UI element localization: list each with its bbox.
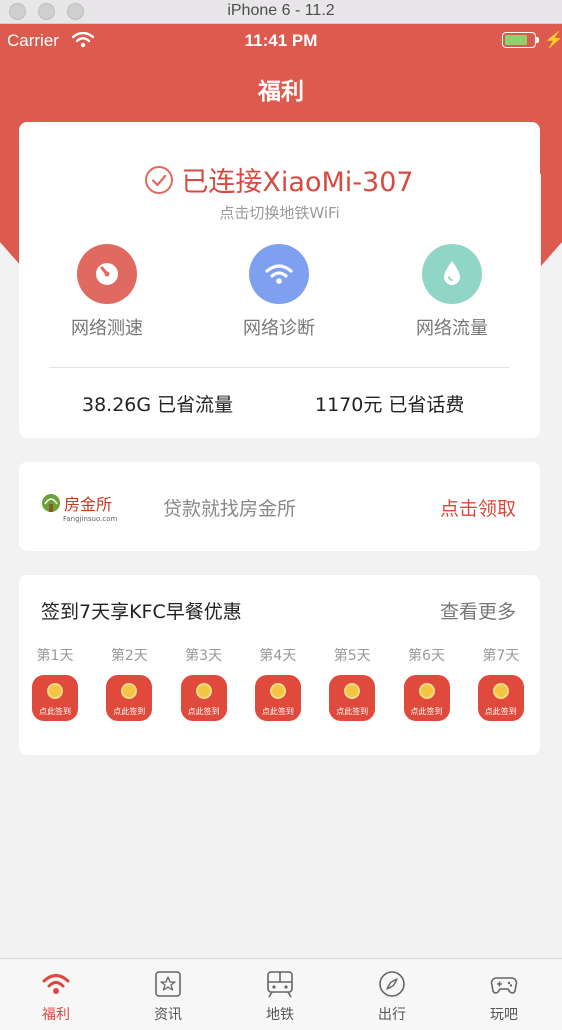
tab-label: 地铁: [266, 1007, 294, 1023]
speed-test-label: 网络测速: [71, 318, 143, 339]
view-more-link[interactable]: 查看更多: [440, 597, 516, 624]
day-label: 第2天: [110, 648, 148, 664]
battery-icon: [502, 32, 536, 48]
tab-label: 玩吧: [490, 1007, 518, 1023]
signin-day: 第2天点此签到: [99, 645, 159, 721]
signin-day: 第4天点此签到: [248, 645, 308, 721]
coin-icon: [418, 683, 435, 699]
signin-button[interactable]: 点此签到: [254, 675, 301, 721]
connection-title: 已连接XiaoMi-307: [181, 167, 414, 198]
signin-day: 第5天点此签到: [322, 645, 382, 721]
water-drop-icon: [422, 244, 482, 304]
tab-news[interactable]: 资讯: [112, 959, 224, 1030]
signin-button-label: 点此签到: [336, 707, 369, 716]
divider: [49, 367, 510, 368]
speedometer-icon: [77, 244, 137, 304]
network-diagnosis-label: 网络诊断: [243, 318, 315, 339]
ad-banner[interactable]: 房金所 Fangjinsuo.com 贷款就找房金所 点击领取: [19, 462, 540, 551]
signin-button-label: 点此签到: [187, 707, 220, 716]
signin-button[interactable]: 点此签到: [329, 675, 376, 721]
gamepad-icon: [489, 969, 519, 999]
signin-day: 第6天点此签到: [397, 645, 457, 721]
signin-button-label: 点此签到: [113, 707, 146, 716]
signin-card: 签到7天享KFC早餐优惠 查看更多 第1天 点此签到 第2天 点此签到 第3天 点此签到第…: [19, 575, 540, 755]
coin-icon: [195, 683, 212, 699]
tab-bar: 福利 资讯 地铁 出行 玩吧: [0, 958, 562, 1030]
day-label: 第3天: [185, 648, 223, 664]
tab-travel[interactable]: 出行: [336, 959, 448, 1030]
logo-wordmark: 房金所: [64, 495, 112, 514]
signin-button[interactable]: 点此签到: [403, 675, 450, 721]
signin-button-label: 点此签到: [261, 707, 294, 716]
ad-text: 贷款就找房金所: [163, 498, 297, 520]
fee-saved-stat: 1170元 已省话费: [315, 394, 465, 416]
status-bar: Carrier 11:41 PM ⚡: [0, 24, 562, 60]
tab-label: 资讯: [154, 1007, 182, 1023]
train-icon: [265, 969, 295, 999]
simulator-title: iPhone 6 - 11.2: [227, 2, 335, 19]
coin-icon: [121, 683, 138, 699]
data-saved-stat: 38.26G 已省流量: [82, 394, 234, 416]
network-diagnosis-button[interactable]: 网络诊断: [219, 244, 339, 340]
day-label: 第1天: [36, 648, 74, 664]
star-box-icon: [153, 969, 183, 999]
coin-icon: [47, 683, 63, 699]
signin-button[interactable]: 点此签到: [477, 675, 524, 721]
logo-url: Fangjinsuo.com: [63, 515, 117, 523]
battery-tip: [536, 37, 539, 43]
connection-status[interactable]: 已连接XiaoMi-307: [19, 160, 540, 199]
compass-icon: [377, 969, 407, 999]
signin-button[interactable]: 点此签到: [180, 675, 227, 721]
tab-label: 出行: [378, 1007, 406, 1023]
switch-wifi-link[interactable]: 点击切换地铁WiFi: [19, 202, 540, 223]
data-usage-label: 网络流量: [416, 318, 488, 339]
connection-card: 已连接XiaoMi-307 点击切换地铁WiFi 网络测速 网络诊断 网络流量 …: [19, 122, 540, 438]
signin-title: 签到7天享KFC早餐优惠: [41, 601, 242, 623]
clock: 11:41 PM: [244, 31, 318, 50]
coin-icon: [269, 683, 286, 699]
day-label: 第5天: [333, 648, 371, 664]
signin-button[interactable]: 点此签到: [106, 675, 153, 721]
tab-fuli[interactable]: 福利: [0, 959, 112, 1030]
check-circle-icon: [145, 165, 174, 194]
signin-button-label: 点此签到: [39, 707, 71, 716]
signin-button[interactable]: 点此签到: [32, 675, 78, 721]
day-label: 第7天: [482, 648, 520, 664]
signin-day: 第7天点此签到: [471, 645, 531, 721]
coin-icon: [492, 683, 509, 699]
signin-day: 第3天点此签到: [174, 645, 234, 721]
signin-button-label: 点此签到: [484, 707, 517, 716]
tab-label: 福利: [42, 1007, 70, 1023]
claim-link[interactable]: 点击领取: [440, 494, 516, 521]
coin-icon: [344, 683, 361, 699]
tab-play[interactable]: 玩吧: [448, 959, 560, 1030]
charging-bolt-icon: ⚡: [544, 32, 562, 49]
data-usage-button[interactable]: 网络流量: [392, 244, 512, 340]
wifi-icon: [249, 244, 309, 304]
simulator-title-bar: iPhone 6 - 11.2: [0, 0, 562, 24]
day-label: 第4天: [259, 648, 297, 664]
speed-test-button[interactable]: 网络测速: [47, 244, 167, 340]
tab-metro[interactable]: 地铁: [224, 959, 336, 1030]
wifi-tab-icon: [41, 969, 71, 999]
day-label: 第6天: [408, 648, 445, 664]
signin-button-label: 点此签到: [410, 707, 443, 716]
signin-day: 第1天点此签到: [25, 645, 85, 721]
page-title: 福利: [258, 79, 304, 105]
fangjinsuo-logo: 房金所 Fangjinsuo.com: [42, 494, 117, 523]
